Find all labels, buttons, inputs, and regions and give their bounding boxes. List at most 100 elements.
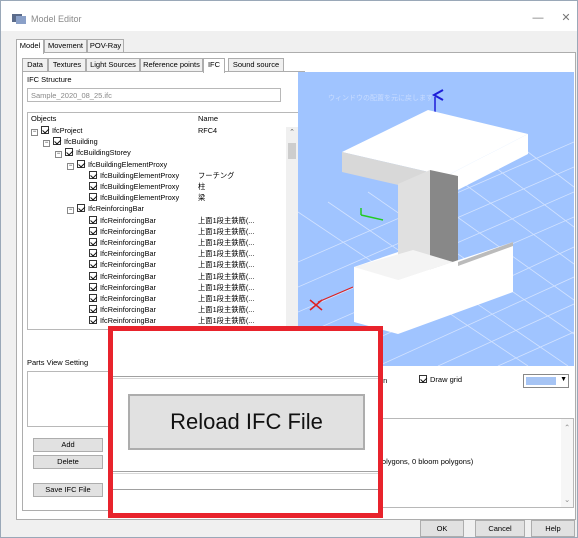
tree-item[interactable]: − IfcBuildingElementProxy xyxy=(67,159,167,171)
close-button[interactable]: ✕ xyxy=(556,9,576,27)
collapse-icon[interactable]: − xyxy=(55,151,62,159)
tree-item[interactable]: IfcReinforcingBar xyxy=(79,249,156,260)
grid-color-dropdown[interactable]: ▼ xyxy=(523,374,569,388)
tree-item-label: IfcReinforcingBar xyxy=(100,226,156,236)
zoom-divider xyxy=(113,471,378,472)
model-editor-window: Model Editor — ✕ Model Movement POV-Ray … xyxy=(0,0,578,538)
tree-scrollbar[interactable]: ⌃ xyxy=(286,127,298,329)
tree-item[interactable]: IfcReinforcingBar xyxy=(79,271,156,283)
tree-item-label: IfcReinforcingBar xyxy=(100,249,156,259)
ok-button[interactable]: OK xyxy=(420,520,464,537)
tree-item-label: IfcBuildingStorey xyxy=(76,148,131,158)
collapse-icon[interactable]: − xyxy=(31,129,38,136)
zoom-callout: Reload IFC File xyxy=(108,326,383,518)
tree-item-checkbox[interactable] xyxy=(89,215,97,224)
collapse-icon[interactable]: − xyxy=(67,162,74,170)
tree-item-checkbox[interactable] xyxy=(89,305,97,314)
tree-item-checkbox[interactable] xyxy=(89,170,97,179)
grid-color-swatch xyxy=(526,377,556,385)
tree-item-label: IfcReinforcingBar xyxy=(100,260,156,270)
add-button[interactable]: Add xyxy=(33,438,103,452)
minimize-button[interactable]: — xyxy=(523,9,553,27)
draw-grid-checkbox[interactable]: Draw grid xyxy=(419,375,462,384)
info-scrollbar[interactable]: ⌃ ⌄ xyxy=(561,419,573,507)
tree-item-checkbox[interactable] xyxy=(89,316,97,325)
tree-item-name: 上面1段主鉄筋(... xyxy=(198,294,255,303)
3d-viewport[interactable]: ウィンドウの配置を元に戻します xyxy=(298,72,574,366)
collapse-icon[interactable]: − xyxy=(67,207,74,215)
tab-pov-ray[interactable]: POV-Ray xyxy=(87,39,124,53)
tree-item-checkbox[interactable] xyxy=(77,204,85,213)
tree-item-checkbox[interactable] xyxy=(89,260,97,269)
tree-item-checkbox[interactable] xyxy=(89,294,97,302)
tree-item-checkbox[interactable] xyxy=(89,271,97,280)
help-button[interactable]: Help xyxy=(531,520,575,537)
tree-item[interactable]: IfcReinforcingBar xyxy=(79,238,156,249)
tree-item-checkbox[interactable] xyxy=(89,226,97,235)
tree-item-name: 梁 xyxy=(198,193,206,203)
tree-item[interactable]: IfcReinforcingBar xyxy=(79,282,156,294)
zoom-divider xyxy=(113,489,378,490)
tree-item[interactable]: IfcReinforcingBar xyxy=(79,215,156,227)
tree-item[interactable]: − IfcBuilding xyxy=(43,137,98,148)
tab-reference-points[interactable]: Reference points xyxy=(140,58,203,72)
polygon-count-text: l polygons, 0 bloom polygons) xyxy=(374,457,474,466)
tree-item-name: RFC4 xyxy=(198,126,218,135)
tree-item-label: IfcReinforcingBar xyxy=(100,305,156,315)
ifc-file-name-field[interactable]: Sample_2020_08_25.ifc xyxy=(27,88,281,102)
tree-item-checkbox[interactable] xyxy=(89,282,97,291)
tree-item[interactable]: − IfcBuildingStorey xyxy=(55,148,131,159)
scroll-up-icon[interactable]: ⌃ xyxy=(564,423,570,432)
tree-item-name: 上面1段主鉄筋(... xyxy=(198,271,255,281)
reload-ifc-file-button[interactable]: Reload IFC File xyxy=(128,394,365,450)
tree-item-checkbox[interactable] xyxy=(89,238,97,246)
cancel-button[interactable]: Cancel xyxy=(475,520,525,537)
tab-textures[interactable]: Textures xyxy=(48,58,86,72)
tree-item[interactable]: IfcReinforcingBar xyxy=(79,305,156,316)
tree-item[interactable]: IfcReinforcingBar xyxy=(79,294,156,305)
tree-item[interactable]: − IfcProject xyxy=(31,126,82,137)
sub-tab-strip: Data Textures Light Sources Reference po… xyxy=(22,58,305,73)
tree-item-label: IfcBuildingElementProxy xyxy=(100,170,180,180)
tab-movement[interactable]: Movement xyxy=(44,39,87,53)
save-ifc-file-button[interactable]: Save IFC File xyxy=(33,483,103,497)
zoom-divider xyxy=(113,376,378,377)
objects-column-header: Objects xyxy=(31,114,57,123)
tab-sound-source[interactable]: Sound source xyxy=(228,58,284,72)
tab-light-sources[interactable]: Light Sources xyxy=(86,58,140,72)
delete-button[interactable]: Delete xyxy=(33,455,103,469)
tree-item-checkbox[interactable] xyxy=(53,137,61,146)
tree-item-label: IfcReinforcingBar xyxy=(88,204,144,214)
tree-item-checkbox[interactable] xyxy=(65,148,73,157)
tree-item[interactable]: − IfcReinforcingBar xyxy=(67,204,144,215)
tree-item[interactable]: IfcBuildingElementProxy xyxy=(79,193,179,204)
tree-item-label: IfcBuildingElementProxy xyxy=(100,193,180,203)
tab-model[interactable]: Model xyxy=(16,39,44,54)
tree-item-checkbox[interactable] xyxy=(77,159,85,168)
tree-item[interactable]: IfcBuildingElementProxy xyxy=(79,182,179,193)
tab-data[interactable]: Data xyxy=(22,58,48,72)
tree-item-checkbox[interactable] xyxy=(41,126,49,134)
parts-view-setting-label: Parts View Setting xyxy=(27,358,89,367)
tree-item[interactable]: IfcBuildingElementProxy xyxy=(79,170,180,182)
tree-item-label: IfcReinforcingBar xyxy=(100,215,156,225)
tree-item-name: 上面1段主鉄筋(... xyxy=(198,226,255,236)
collapse-icon[interactable]: − xyxy=(43,140,50,148)
tree-item-label: IfcProject xyxy=(52,126,83,135)
objects-tree[interactable]: Objects Name − IfcProject RFC4− IfcBuilding… xyxy=(27,112,299,330)
scroll-down-icon[interactable]: ⌄ xyxy=(564,495,570,504)
tab-ifc[interactable]: IFC xyxy=(203,58,225,73)
tree-item-label: IfcReinforcingBar xyxy=(100,238,156,247)
tree-item-checkbox[interactable] xyxy=(89,249,97,258)
scroll-up-icon[interactable]: ⌃ xyxy=(286,127,298,139)
tree-item[interactable]: IfcReinforcingBar xyxy=(79,260,156,271)
tree-item-checkbox[interactable] xyxy=(89,182,97,190)
tree-item-checkbox[interactable] xyxy=(89,193,97,202)
ifc-model xyxy=(342,110,528,334)
tree-item-label: IfcReinforcingBar xyxy=(100,282,156,292)
tree-item[interactable]: IfcReinforcingBar xyxy=(79,226,156,238)
tree-item-name: 上面1段主鉄筋(... xyxy=(198,260,255,270)
scroll-thumb[interactable] xyxy=(288,143,296,159)
chevron-down-icon: ▼ xyxy=(560,376,567,383)
draw-grid-check-icon xyxy=(419,375,427,383)
